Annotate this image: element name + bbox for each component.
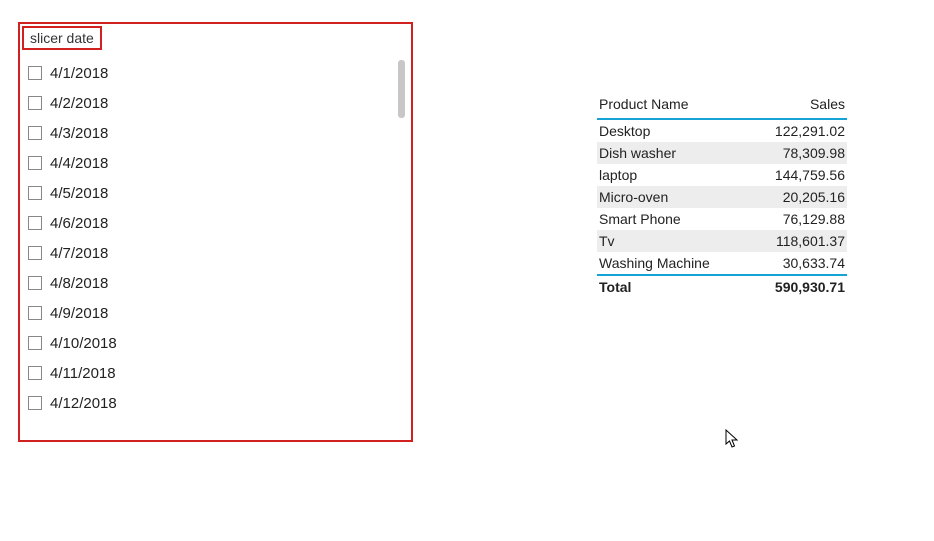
table-total-row: Total 590,930.71 bbox=[597, 274, 847, 298]
checkbox-icon[interactable] bbox=[28, 396, 42, 410]
cell-sales: 30,633.74 bbox=[727, 255, 847, 271]
table-row[interactable]: Smart Phone 76,129.88 bbox=[597, 208, 847, 230]
slicer-item-label: 4/12/2018 bbox=[50, 395, 117, 412]
slicer-item[interactable]: 4/1/2018 bbox=[26, 58, 405, 88]
checkbox-icon[interactable] bbox=[28, 336, 42, 350]
slicer-item[interactable]: 4/2/2018 bbox=[26, 88, 405, 118]
table-header-row: Product Name Sales bbox=[597, 92, 847, 120]
cell-sales: 122,291.02 bbox=[727, 123, 847, 139]
slicer-item-label: 4/5/2018 bbox=[50, 185, 108, 202]
table-row[interactable]: Tv 118,601.37 bbox=[597, 230, 847, 252]
checkbox-icon[interactable] bbox=[28, 156, 42, 170]
cell-sales: 144,759.56 bbox=[727, 167, 847, 183]
table-row[interactable]: Desktop 122,291.02 bbox=[597, 120, 847, 142]
checkbox-icon[interactable] bbox=[28, 216, 42, 230]
column-header-product-name[interactable]: Product Name bbox=[597, 96, 727, 112]
slicer-item-label: 4/11/2018 bbox=[50, 365, 116, 382]
slicer-item[interactable]: 4/12/2018 bbox=[26, 388, 405, 418]
checkbox-icon[interactable] bbox=[28, 276, 42, 290]
slicer-item[interactable]: 4/9/2018 bbox=[26, 298, 405, 328]
column-header-sales[interactable]: Sales bbox=[727, 96, 847, 112]
slicer-item-label: 4/9/2018 bbox=[50, 305, 108, 322]
table-row[interactable]: Micro-oven 20,205.16 bbox=[597, 186, 847, 208]
sales-table-visual: Product Name Sales Desktop 122,291.02 Di… bbox=[597, 92, 847, 298]
slicer-item[interactable]: 4/3/2018 bbox=[26, 118, 405, 148]
slicer-item[interactable]: 4/8/2018 bbox=[26, 268, 405, 298]
slicer-item[interactable]: 4/11/2018 bbox=[26, 358, 405, 388]
slicer-item[interactable]: 4/6/2018 bbox=[26, 208, 405, 238]
cell-product-name: Tv bbox=[597, 233, 727, 249]
cell-product-name: Dish washer bbox=[597, 145, 727, 161]
cell-product-name: Desktop bbox=[597, 123, 727, 139]
slicer-item-list: 4/1/2018 4/2/2018 4/3/2018 4/4/2018 4/5/… bbox=[26, 58, 405, 432]
slicer-item[interactable]: 4/7/2018 bbox=[26, 238, 405, 268]
slicer-item[interactable]: 4/5/2018 bbox=[26, 178, 405, 208]
slicer-item-label: 4/7/2018 bbox=[50, 245, 108, 262]
table-row[interactable]: Washing Machine 30,633.74 bbox=[597, 252, 847, 274]
slicer-item-label: 4/6/2018 bbox=[50, 215, 108, 232]
checkbox-icon[interactable] bbox=[28, 126, 42, 140]
table-row[interactable]: Dish washer 78,309.98 bbox=[597, 142, 847, 164]
slicer-item[interactable]: 4/10/2018 bbox=[26, 328, 405, 358]
slicer-item-label: 4/4/2018 bbox=[50, 155, 108, 172]
checkbox-icon[interactable] bbox=[28, 366, 42, 380]
slicer-item-label: 4/10/2018 bbox=[50, 335, 117, 352]
cell-sales: 20,205.16 bbox=[727, 189, 847, 205]
table-row[interactable]: laptop 144,759.56 bbox=[597, 164, 847, 186]
slicer-title: slicer date bbox=[22, 26, 102, 50]
checkbox-icon[interactable] bbox=[28, 96, 42, 110]
slicer-item-label: 4/3/2018 bbox=[50, 125, 108, 142]
checkbox-icon[interactable] bbox=[28, 306, 42, 320]
cell-sales: 118,601.37 bbox=[727, 233, 847, 249]
slicer-item-label: 4/8/2018 bbox=[50, 275, 108, 292]
cell-sales: 78,309.98 bbox=[727, 145, 847, 161]
checkbox-icon[interactable] bbox=[28, 186, 42, 200]
total-value: 590,930.71 bbox=[727, 279, 847, 295]
slicer-item-label: 4/2/2018 bbox=[50, 95, 108, 112]
cell-product-name: Washing Machine bbox=[597, 255, 727, 271]
cell-product-name: Smart Phone bbox=[597, 211, 727, 227]
checkbox-icon[interactable] bbox=[28, 246, 42, 260]
slicer-item[interactable]: 4/4/2018 bbox=[26, 148, 405, 178]
cursor-icon bbox=[725, 429, 741, 449]
cell-sales: 76,129.88 bbox=[727, 211, 847, 227]
checkbox-icon[interactable] bbox=[28, 66, 42, 80]
total-label: Total bbox=[597, 279, 727, 295]
cell-product-name: Micro-oven bbox=[597, 189, 727, 205]
cell-product-name: laptop bbox=[597, 167, 727, 183]
scrollbar-thumb[interactable] bbox=[398, 60, 405, 118]
slicer-date-visual: slicer date 4/1/2018 4/2/2018 4/3/2018 4… bbox=[18, 22, 413, 442]
slicer-item-label: 4/1/2018 bbox=[50, 65, 108, 82]
